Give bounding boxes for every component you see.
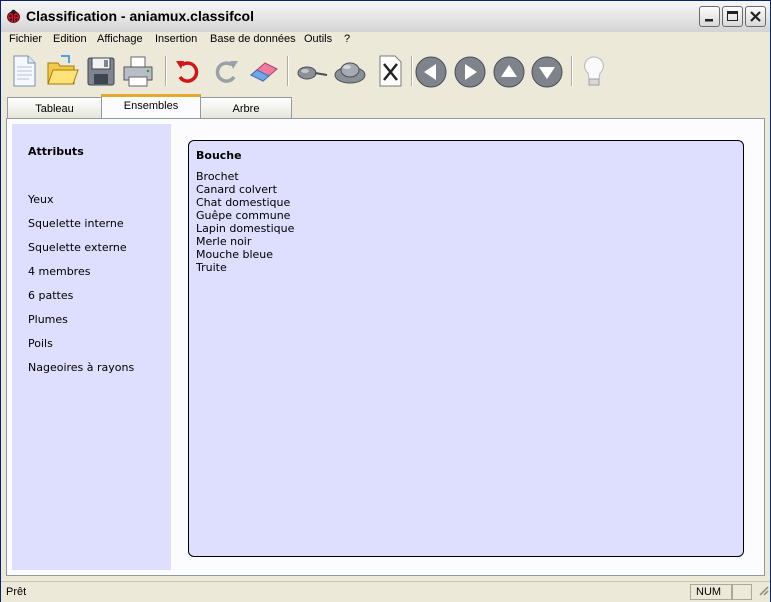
set-member-list: Brochet Canard colvert Chat domestique G…: [196, 170, 294, 274]
menu-fichier[interactable]: Fichier: [9, 33, 42, 45]
attributes-sidebar: Attributs Yeux Squelette interne Squelet…: [12, 124, 171, 570]
menu-insertion[interactable]: Insertion: [155, 33, 197, 45]
tab-arbre[interactable]: Arbre: [200, 97, 292, 118]
toolbar-separator: [411, 56, 413, 86]
resize-grip[interactable]: [752, 584, 769, 600]
sets-area: Bouche Brochet Canard colvert Chat domes…: [171, 124, 760, 570]
attributes-title: Attributs: [28, 145, 84, 158]
attribute-item[interactable]: Squelette externe: [28, 241, 127, 254]
save-disk-icon[interactable]: [84, 53, 118, 89]
maximize-button[interactable]: [722, 6, 743, 27]
menu-affichage[interactable]: Affichage: [97, 33, 143, 45]
toolbar-separator: [571, 56, 573, 86]
tab-bar: Tableau Ensembles Arbre: [1, 94, 770, 119]
menu-outils[interactable]: Outils: [304, 33, 332, 45]
title-bar[interactable]: Classification - aniamux.classifcol: [1, 1, 770, 33]
set-member: Mouche bleue: [196, 248, 274, 261]
arrow-down-icon[interactable]: [530, 53, 564, 89]
attribute-item[interactable]: Poils: [28, 337, 53, 350]
ladybug-icon: [6, 9, 21, 23]
new-document-icon[interactable]: [7, 53, 41, 89]
set-member: Merle noir: [196, 235, 252, 248]
attribute-item[interactable]: Plumes: [28, 313, 68, 326]
set-member: Lapin domestique: [196, 222, 295, 235]
toolbar-separator: [165, 56, 167, 86]
maximize-icon: [727, 11, 738, 21]
menu-edition[interactable]: Edition: [53, 33, 87, 45]
minimize-button[interactable]: [699, 6, 720, 27]
menu-help[interactable]: ?: [344, 33, 350, 45]
close-button[interactable]: [745, 6, 766, 27]
attribute-item[interactable]: Squelette interne: [28, 217, 124, 230]
tab-panel: Attributs Yeux Squelette interne Squelet…: [6, 118, 765, 576]
close-icon: [750, 11, 761, 22]
status-text: Prêt: [6, 586, 27, 598]
window-title: Classification - aniamux.classifcol: [26, 8, 254, 24]
hat-icon[interactable]: [333, 53, 367, 89]
set-member: Guêpe commune: [196, 209, 291, 222]
tab-tableau[interactable]: Tableau: [7, 97, 102, 118]
tab-ensembles[interactable]: Ensembles: [101, 94, 201, 118]
arrow-left-icon[interactable]: [414, 53, 448, 89]
num-lock-indicator: NUM: [690, 584, 732, 600]
toolbar-separator: [287, 56, 289, 86]
attribute-item[interactable]: 4 membres: [28, 265, 90, 278]
minimize-icon: [705, 19, 713, 22]
arrow-up-icon[interactable]: [492, 53, 526, 89]
arrow-right-icon[interactable]: [453, 53, 487, 89]
set-title: Bouche: [196, 149, 242, 162]
status-cell-empty: [732, 584, 752, 600]
app-window: Classification - aniamux.classifcol Fich…: [0, 0, 771, 602]
delete-icon[interactable]: [373, 53, 407, 89]
set-member: Canard colvert: [196, 183, 277, 196]
eraser-icon[interactable]: [247, 53, 281, 89]
print-icon[interactable]: [121, 53, 155, 89]
redo-icon[interactable]: [209, 53, 243, 89]
set-box[interactable]: Bouche Brochet Canard colvert Chat domes…: [188, 140, 744, 557]
menu-bar: Fichier Edition Affichage Insertion Base…: [1, 32, 770, 49]
toolbar: [1, 50, 770, 94]
pin-icon[interactable]: [294, 53, 328, 89]
status-bar: Prêt NUM: [1, 581, 770, 602]
attribute-item[interactable]: 6 pattes: [28, 289, 73, 302]
undo-icon[interactable]: [171, 53, 205, 89]
resize-grip-icon: [759, 586, 769, 596]
lightbulb-icon[interactable]: [577, 53, 611, 89]
attribute-item[interactable]: Yeux: [28, 193, 54, 206]
set-member: Brochet: [196, 170, 239, 183]
open-folder-icon[interactable]: [45, 53, 79, 89]
set-member: Truite: [196, 261, 227, 274]
menu-base-de-donnees[interactable]: Base de données: [210, 33, 296, 45]
set-member: Chat domestique: [196, 196, 291, 209]
attribute-item[interactable]: Nageoires à rayons: [28, 361, 134, 374]
